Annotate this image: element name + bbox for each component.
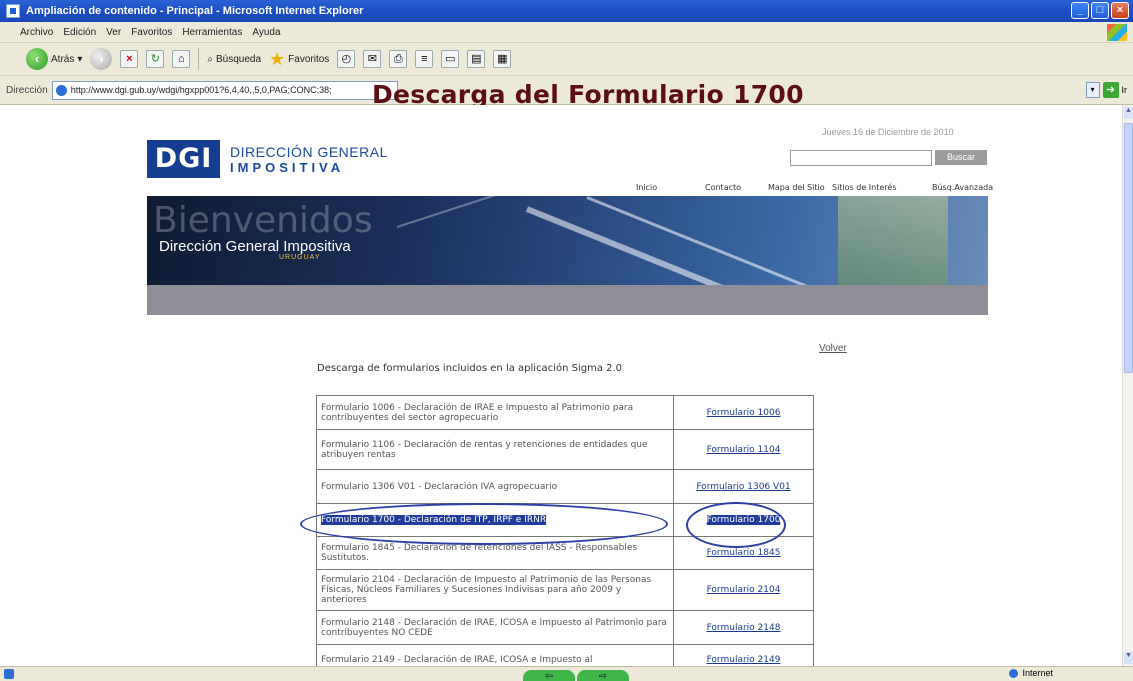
site-search-input[interactable] bbox=[790, 150, 932, 166]
nav-sitios-interes[interactable]: Sitios de Interés bbox=[832, 183, 897, 192]
menu-ver[interactable]: Ver bbox=[106, 27, 121, 38]
menu-archivo[interactable]: Archivo bbox=[20, 27, 53, 38]
title-bar: Ampliación de contenido - Principal - Mi… bbox=[0, 0, 1133, 22]
stop-button[interactable]: × bbox=[120, 50, 139, 68]
nav-contacto[interactable]: Contacto bbox=[705, 183, 741, 192]
back-arrow-icon: ‹ bbox=[26, 48, 48, 70]
annotation-ellipse-link bbox=[686, 502, 786, 548]
form-description: Formulario 1006 - Declaración de IRAE e … bbox=[316, 395, 674, 430]
next-arrow-icon[interactable]: ⇨ bbox=[577, 670, 629, 681]
logo-line-1: DIRECCIÓN GENERAL bbox=[230, 143, 388, 160]
search-button[interactable]: ⌕ Búsqueda bbox=[207, 54, 261, 65]
form-description: Formulario 1106 - Declaración de rentas … bbox=[316, 429, 674, 470]
menu-ayuda[interactable]: Ayuda bbox=[252, 27, 280, 38]
dgi-logo-mark: DGI bbox=[147, 140, 220, 178]
security-zone-label: Internet bbox=[1022, 668, 1053, 678]
volver-link[interactable]: Volver bbox=[819, 343, 847, 354]
toolbar: ‹ Atrás ▾ › × ↻ ⌂ ⌕ Búsqueda ★ Favoritos… bbox=[0, 43, 1133, 76]
page-status-icon bbox=[4, 669, 14, 679]
table-row: Formulario 2104 - Declaración de Impuest… bbox=[316, 569, 814, 611]
dgi-logo[interactable]: DGI DIRECCIÓN GENERAL IMPOSITIVA bbox=[147, 140, 388, 178]
forward-button[interactable]: › bbox=[90, 48, 113, 70]
banner-footer-strip bbox=[147, 285, 988, 315]
favorites-button[interactable]: ★ Favoritos bbox=[269, 49, 329, 70]
scroll-up-arrow-icon[interactable]: ▲ bbox=[1124, 107, 1133, 119]
table-row: Formulario 1006 - Declaración de IRAE e … bbox=[316, 395, 814, 430]
form-download-link[interactable]: Formulario 2148 bbox=[673, 610, 814, 645]
research-button[interactable]: ▤ bbox=[467, 50, 486, 68]
menu-bar: Archivo Edición Ver Favoritos Herramient… bbox=[0, 22, 1133, 43]
mail-button[interactable]: ✉ bbox=[363, 50, 382, 68]
nav-inicio[interactable]: Inicio bbox=[636, 183, 657, 192]
form-download-link[interactable]: Formulario 1306 V01 bbox=[673, 469, 814, 504]
scroll-down-arrow-icon[interactable]: ▼ bbox=[1124, 652, 1133, 664]
table-row: Formulario 2148 - Declaración de IRAE, I… bbox=[316, 610, 814, 645]
favorites-label: Favoritos bbox=[288, 53, 330, 65]
form-download-link[interactable]: Formulario 1006 bbox=[673, 395, 814, 430]
previous-arrow-icon[interactable]: ⇦ bbox=[523, 670, 575, 681]
go-button[interactable]: ➜ bbox=[1102, 82, 1119, 98]
browser-window: Ampliación de contenido - Principal - Mi… bbox=[0, 0, 1133, 681]
page-date: Jueves 16 de Diciembre de 2010 bbox=[822, 127, 954, 137]
banner-building-glass bbox=[838, 196, 948, 286]
window-title: Ampliación de contenido - Principal - Mi… bbox=[26, 5, 364, 17]
menu-herramientas[interactable]: Herramientas bbox=[182, 27, 242, 38]
site-search-button[interactable]: Buscar bbox=[935, 150, 987, 165]
form-description: Formulario 2104 - Declaración de Impuest… bbox=[316, 569, 674, 611]
annotation-ellipse-row bbox=[300, 503, 668, 545]
form-download-link[interactable]: Formulario 2104 bbox=[673, 569, 814, 611]
search-label: Búsqueda bbox=[215, 53, 262, 65]
banner-welcome-text: Bienvenidos bbox=[153, 200, 373, 241]
form-description: Formulario 1306 V01 - Declaración IVA ag… bbox=[316, 469, 674, 504]
history-button[interactable]: ◴ bbox=[337, 50, 356, 68]
home-button[interactable]: ⌂ bbox=[172, 50, 191, 68]
address-label: Dirección bbox=[6, 84, 48, 96]
back-button[interactable]: ‹ Atrás ▾ bbox=[26, 48, 82, 70]
scrollbar-thumb[interactable] bbox=[1124, 123, 1133, 373]
welcome-banner: Bienvenidos Dirección General Impositiva… bbox=[147, 196, 988, 315]
table-row: Formulario 1106 - Declaración de rentas … bbox=[316, 429, 814, 470]
address-dropdown-button[interactable]: ▾ bbox=[1085, 82, 1100, 98]
form-download-link[interactable]: Formulario 2149 bbox=[673, 644, 814, 666]
internet-zone-icon bbox=[1009, 668, 1019, 678]
refresh-button[interactable]: ↻ bbox=[146, 50, 165, 68]
form-description: Formulario 2149 - Declaración de IRAE, I… bbox=[316, 644, 674, 666]
address-input[interactable]: http://www.dgi.gub.uy/wdgi/hgxpp001?6,4,… bbox=[51, 80, 398, 100]
page-heading: Descarga de formularios incluidos en la … bbox=[317, 363, 623, 374]
messenger-button[interactable]: ▦ bbox=[493, 50, 512, 68]
search-icon: ⌕ bbox=[207, 53, 213, 65]
page-viewport: Jueves 16 de Diciembre de 2010 DGI DIREC… bbox=[0, 105, 1122, 666]
chevron-down-icon: ▾ bbox=[77, 53, 83, 65]
minimize-button[interactable]: _ bbox=[1071, 2, 1089, 19]
edit-button[interactable]: ≡ bbox=[415, 50, 434, 68]
close-button[interactable]: × bbox=[1111, 2, 1129, 19]
form-download-link[interactable]: Formulario 1104 bbox=[673, 429, 814, 470]
back-label: Atrás bbox=[51, 53, 75, 65]
print-button[interactable]: ⎙ bbox=[389, 50, 408, 68]
logo-line-2: IMPOSITIVA bbox=[230, 159, 345, 175]
table-row: Formulario 1306 V01 - Declaración IVA ag… bbox=[316, 469, 814, 504]
menu-edicion[interactable]: Edición bbox=[63, 27, 96, 38]
slide-nav-buttons: ⇦ ⇨ bbox=[523, 670, 629, 681]
menu-favoritos[interactable]: Favoritos bbox=[131, 27, 172, 38]
form-description: Formulario 2148 - Declaración de IRAE, I… bbox=[316, 610, 674, 645]
nav-busqueda-avanzada[interactable]: Búsq.Avanzada bbox=[932, 183, 993, 192]
banner-subtitle: Dirección General Impositiva bbox=[159, 238, 351, 255]
banner-country: URUGUAY bbox=[279, 254, 321, 261]
nav-mapa-sitio[interactable]: Mapa del Sitio bbox=[768, 183, 825, 192]
go-label[interactable]: Ir bbox=[1122, 85, 1128, 95]
favorites-star-icon: ★ bbox=[269, 48, 286, 69]
toolbar-separator bbox=[198, 48, 200, 70]
table-row: Formulario 2149 - Declaración de IRAE, I… bbox=[316, 644, 814, 666]
folder-button[interactable]: ▭ bbox=[441, 50, 460, 68]
vertical-scrollbar[interactable]: ▲ ▼ bbox=[1122, 105, 1133, 666]
windows-logo-icon bbox=[1107, 24, 1127, 41]
maximize-button[interactable]: □ bbox=[1091, 2, 1109, 19]
ie-window-icon bbox=[6, 4, 20, 18]
